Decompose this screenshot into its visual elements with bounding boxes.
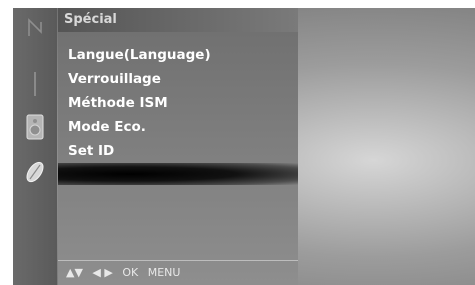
- selection-highlight: [58, 163, 298, 185]
- ok-label: OK: [122, 266, 139, 279]
- antenna-icon[interactable]: [21, 14, 49, 42]
- up-down-arrows-icon: ▲▼: [66, 266, 83, 279]
- sidebar: [13, 8, 57, 285]
- left-right-arrows-icon: ◀ ▶: [92, 266, 113, 279]
- menu-item-eco-mode[interactable]: Mode Eco.: [58, 115, 298, 139]
- tv-screen: Spécial Langue(Language) Verrouillage Mé…: [13, 8, 475, 285]
- menu-item-ism-method[interactable]: Méthode ISM: [58, 91, 298, 115]
- menu-item-lock[interactable]: Verrouillage: [58, 67, 298, 91]
- menu-item-language[interactable]: Langue(Language): [58, 43, 298, 67]
- footer-hints: ▲▼ ◀ ▶ OK MENU: [58, 260, 298, 285]
- special-menu: Spécial Langue(Language) Verrouillage Mé…: [58, 8, 298, 285]
- bar-icon[interactable]: [21, 70, 49, 98]
- speaker-icon[interactable]: [21, 113, 49, 141]
- menu-label: MENU: [147, 266, 181, 279]
- leaf-icon[interactable]: [21, 158, 49, 186]
- menu-title: Spécial: [58, 8, 298, 32]
- menu-list: Langue(Language) Verrouillage Méthode IS…: [58, 43, 298, 163]
- menu-item-set-id[interactable]: Set ID: [58, 139, 298, 163]
